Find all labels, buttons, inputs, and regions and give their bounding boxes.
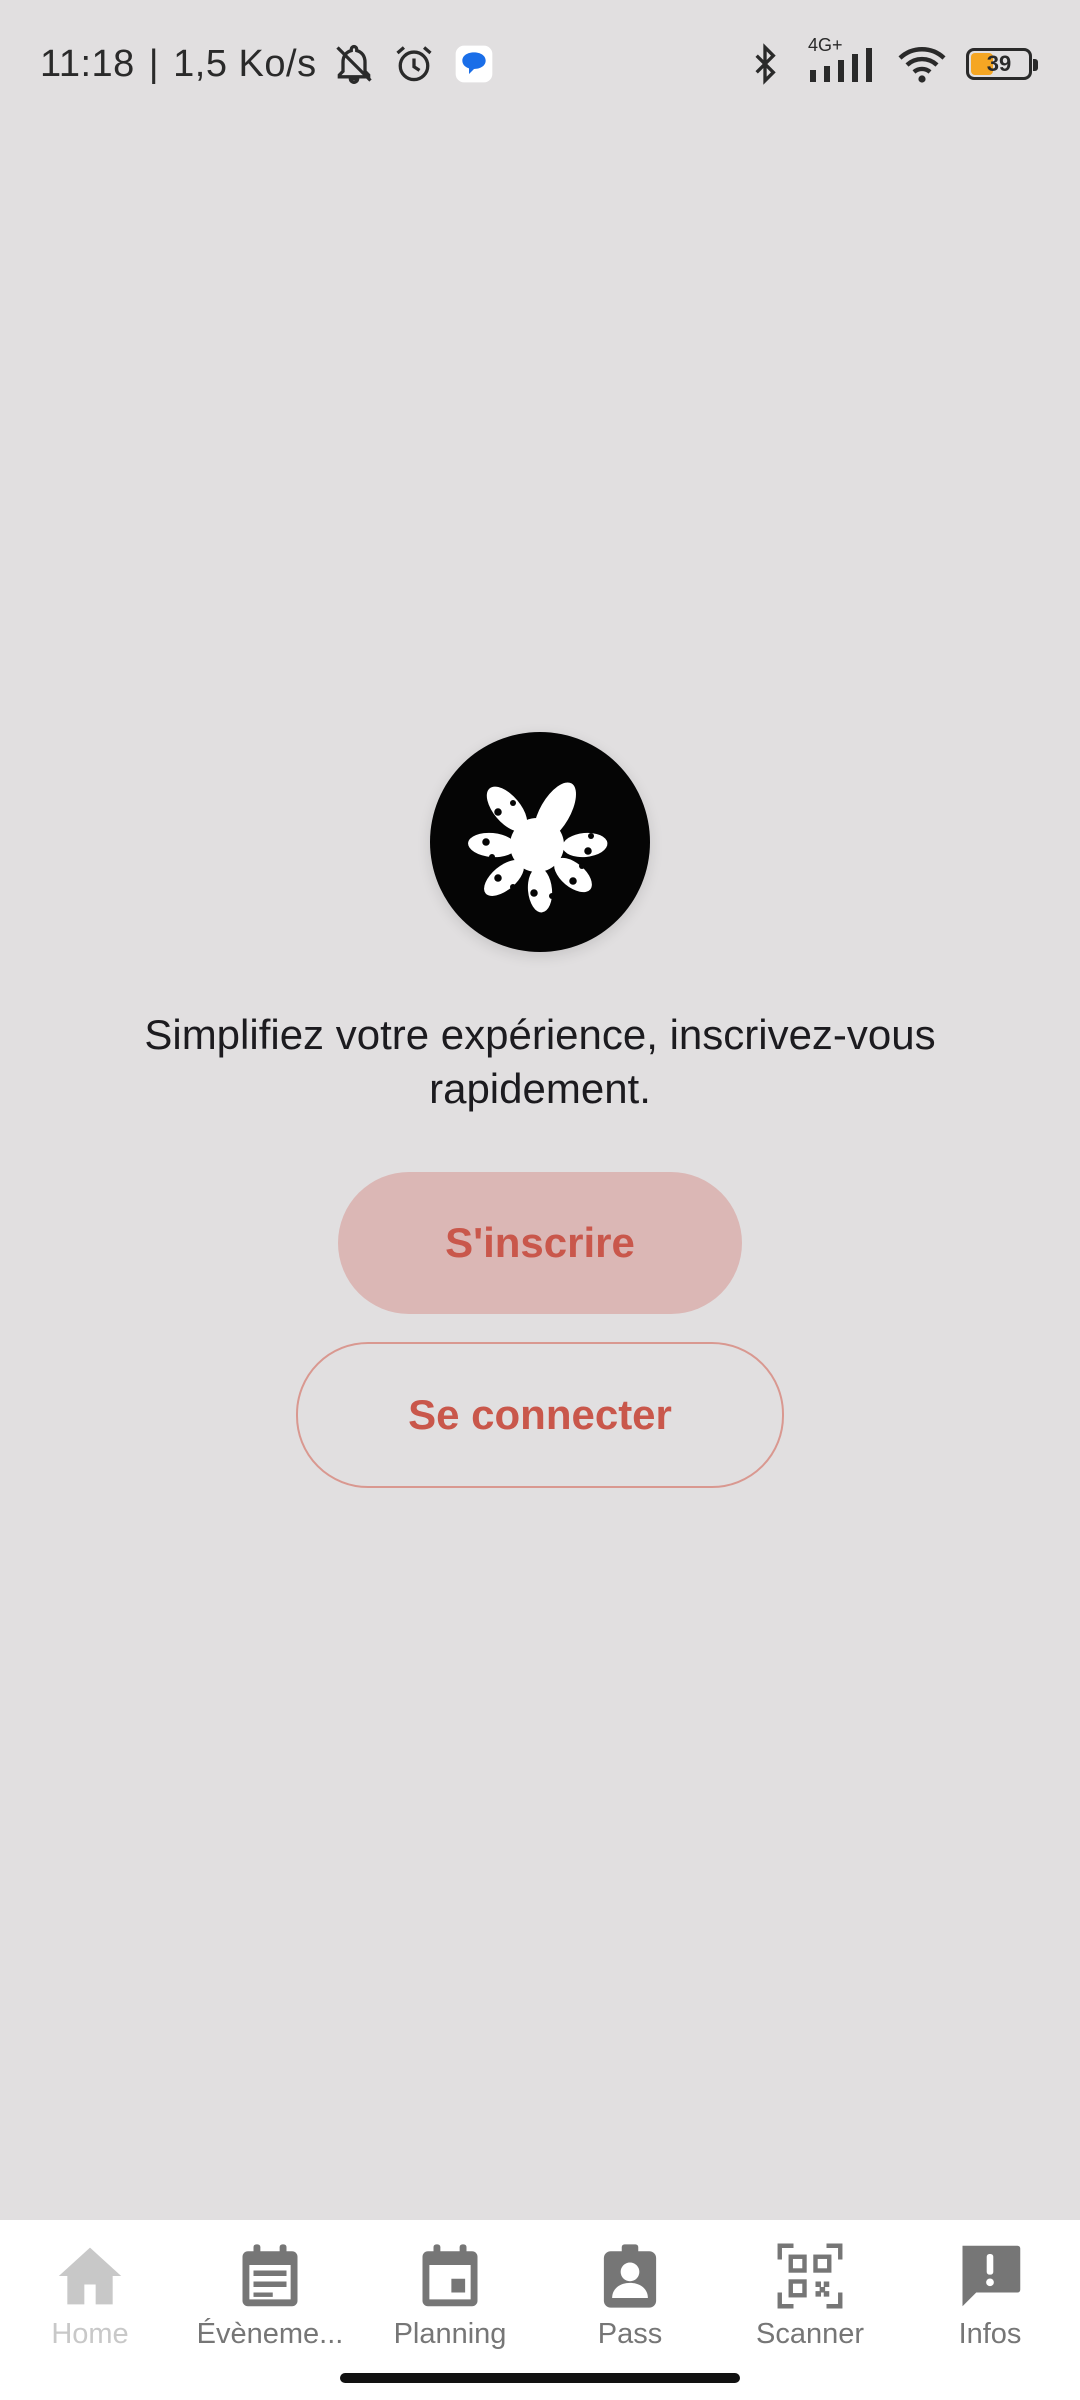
status-left: 11:18 | 1,5 Ko/s [40, 41, 497, 87]
nav-label: Planning [393, 2318, 507, 2350]
nav-item-infos[interactable]: Infos [900, 2220, 1080, 2400]
events-icon [234, 2240, 306, 2312]
nav-item-home[interactable]: Home [0, 2220, 180, 2400]
signup-button[interactable]: S'inscrire [338, 1172, 742, 1314]
status-bar: 11:18 | 1,5 Ko/s 4G+ 39 [0, 0, 1080, 128]
network-speed: 1,5 Ko/s [173, 42, 317, 85]
nav-label: Scanner [755, 2318, 864, 2350]
app-logo [430, 732, 650, 952]
battery-level-label: 39 [986, 51, 1012, 76]
status-time: 11:18 [40, 42, 135, 85]
nav-label: Home [51, 2318, 129, 2350]
messages-app-icon [451, 41, 497, 87]
home-indicator[interactable] [340, 2373, 740, 2383]
status-separator: | [148, 42, 160, 85]
status-right: 4G+ 39 [742, 35, 1038, 87]
pass-icon [594, 2240, 666, 2312]
muted-bell-icon [331, 41, 377, 87]
nav-item-events[interactable]: Évèneme... [180, 2220, 360, 2400]
alarm-icon [391, 41, 437, 87]
home-icon [54, 2240, 126, 2312]
octopus-logo-icon [468, 782, 608, 913]
bluetooth-icon [742, 41, 788, 87]
welcome-tagline: Simplifiez votre expérience, inscrivez-v… [144, 1011, 936, 1112]
nav-item-scanner[interactable]: Scanner [720, 2220, 900, 2400]
login-button[interactable]: Se connecter [296, 1342, 784, 1488]
nav-label: Pass [597, 2318, 663, 2350]
qr-code-icon [774, 2240, 846, 2312]
nav-label: Évèneme... [196, 2318, 344, 2350]
wifi-icon [896, 41, 948, 87]
nav-label: Infos [958, 2318, 1022, 2350]
battery-indicator: 39 [966, 48, 1038, 80]
info-alert-icon [954, 2240, 1026, 2312]
calendar-icon [414, 2240, 486, 2312]
network-type-label: 4G+ [808, 35, 843, 55]
cellular-signal-icon: 4G+ [806, 35, 878, 87]
